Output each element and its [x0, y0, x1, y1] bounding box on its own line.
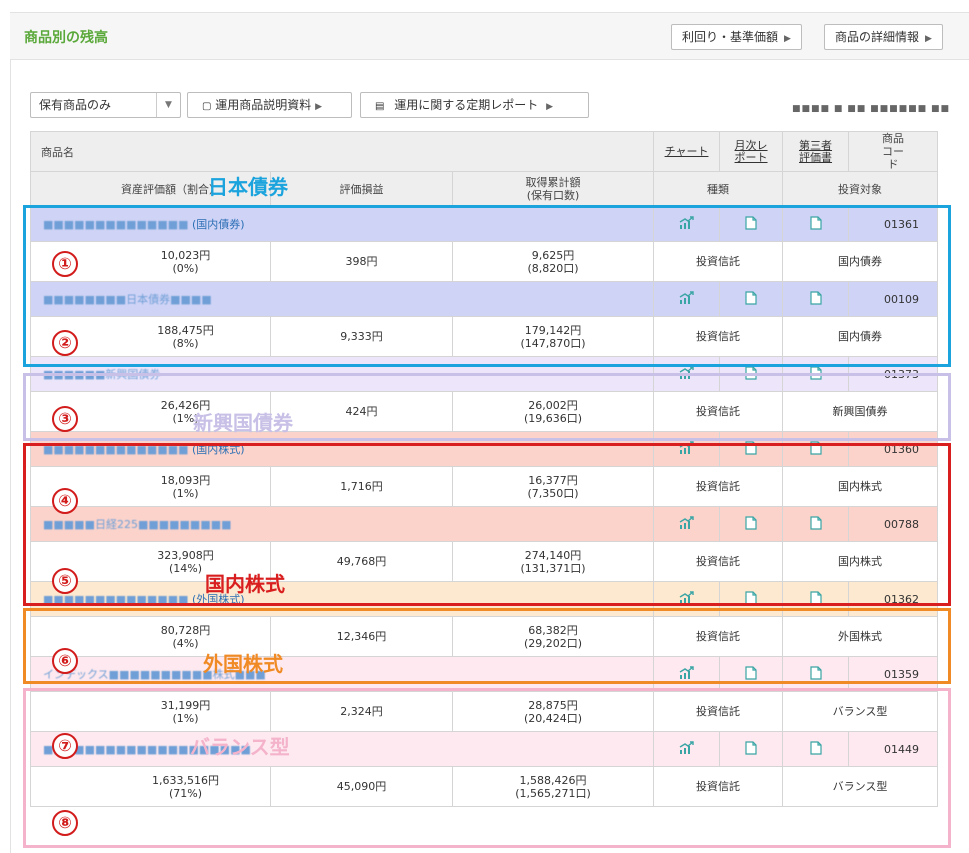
chevron-down-icon: ▼ [156, 93, 180, 117]
for-stock-group-box [23, 608, 951, 684]
annotation-num-4: ④ [52, 488, 78, 514]
annotation-num-5: ⑤ [52, 568, 78, 594]
category-label-balanced: バランス型 [190, 735, 290, 759]
table-subheader-row: 資産評価額（割合） 評価損益 取得累計額 (保有口数) 種類 投資対象 [30, 171, 939, 207]
header-pl: 評価損益 [270, 171, 453, 207]
detail-button-label: 商品の詳細情報 [835, 30, 920, 44]
header-third[interactable]: 第三者評価書 [782, 131, 850, 172]
as-of-date: ■■■■ ■ ■■ ■■■■■■ ■■ [792, 104, 950, 114]
annotation-num-6: ⑥ [52, 648, 78, 674]
yield-nav-button[interactable]: 利回り・基準価額 ▶ [671, 24, 802, 50]
holding-filter-select[interactable]: 保有商品のみ ▼ [30, 92, 181, 118]
jp-bond-group-box [23, 205, 951, 367]
section-header: 商品別の残高 利回り・基準価額 ▶ 商品の詳細情報 ▶ [10, 12, 969, 60]
balanced-group-box [23, 688, 951, 848]
header-chart-link[interactable]: チャート [665, 145, 709, 158]
periodic-report-button[interactable]: ▤ 運用に関する定期レポート ▶ [360, 92, 589, 118]
chevron-right-icon: ▶ [315, 102, 323, 112]
category-label-for-stock: 外国株式 [203, 652, 283, 676]
header-code-label: 商品コード [882, 132, 905, 171]
category-label-em-bond: 新興国債券 [193, 411, 293, 435]
category-label-jp-bond: 日本債券 [208, 175, 288, 199]
annotation-num-2: ② [52, 330, 78, 356]
header-monthly-link[interactable]: 月次レポート [731, 139, 771, 164]
section-title: 商品別の残高 [24, 30, 108, 46]
header-cost: 取得累計額 (保有口数) [451, 171, 655, 207]
document-icon: ▢ [202, 101, 212, 112]
dom-stock-group-box [23, 443, 951, 606]
header-chart[interactable]: チャート [653, 131, 721, 172]
annotation-num-3: ③ [52, 406, 78, 432]
table-header-row: 商品名 チャート 月次レポート 第三者評価書 商品コード [29, 131, 939, 172]
yield-button-label: 利回り・基準価額 [682, 30, 779, 44]
header-code: 商品コード [848, 131, 939, 172]
filter-value: 保有商品のみ [39, 98, 112, 112]
annotation-num-1: ① [52, 251, 78, 277]
header-cost-sub: (保有口数) [526, 189, 580, 202]
detail-nav-button[interactable]: 商品の詳細情報 ▶ [824, 24, 943, 50]
chevron-right-icon: ▶ [546, 102, 554, 112]
header-third-link[interactable]: 第三者評価書 [796, 139, 836, 164]
pdf-icon: ▤ [375, 101, 385, 112]
header-product-name: 商品名 [29, 131, 655, 172]
product-doc-button[interactable]: ▢ 運用商品説明資料 ▶ [187, 92, 352, 118]
header-cost-label: 取得累計額 [525, 176, 581, 189]
category-label-dom-stock: 国内株式 [205, 572, 285, 596]
annotation-num-8: ⑧ [52, 810, 78, 836]
chevron-right-icon: ▶ [784, 34, 791, 44]
em-bond-group-box [23, 373, 951, 441]
periodic-report-label: 運用に関する定期レポート [394, 98, 539, 112]
header-type: 種類 [653, 171, 784, 207]
product-doc-label: 運用商品説明資料 [215, 98, 312, 112]
header-monthly[interactable]: 月次レポート [719, 131, 784, 172]
header-target: 投資対象 [782, 171, 939, 207]
annotation-num-7: ⑦ [52, 733, 78, 759]
chevron-right-icon: ▶ [925, 34, 932, 44]
